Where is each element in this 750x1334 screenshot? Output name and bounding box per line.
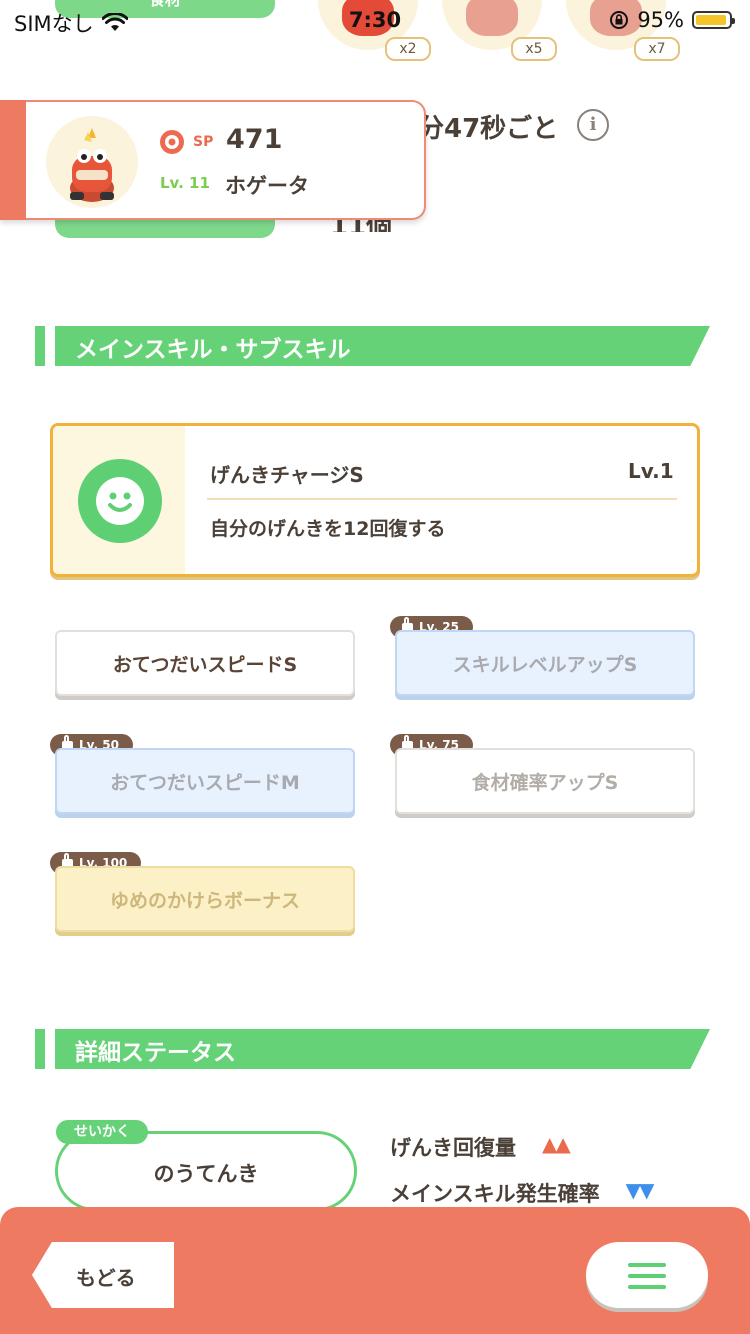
sp-icon xyxy=(160,130,184,154)
skills-section-header: メインスキル・サブスキル xyxy=(35,326,710,366)
pokemon-avatar xyxy=(46,116,138,208)
effect-down-arrows: ▼▼ xyxy=(625,1178,655,1202)
hamburger-menu-icon xyxy=(628,1263,666,1289)
main-skill-level: Lv.1 xyxy=(628,459,674,483)
sub-skill-4-label: 食材確率アップS xyxy=(471,771,619,794)
sub-skill-4-button[interactable]: 食材確率アップS xyxy=(395,748,695,814)
nature-tag: せいかく xyxy=(56,1120,148,1144)
pokemon-profile-card: SP 471 Lv. 11 ホゲータ xyxy=(0,100,426,220)
menu-button[interactable] xyxy=(586,1242,708,1308)
sp-label: SP xyxy=(193,134,214,150)
back-button[interactable]: もどる xyxy=(32,1242,174,1308)
sub-skill-1-button[interactable]: おてつだいスピードS xyxy=(55,630,355,696)
effect-up-label: げんき回復量 xyxy=(390,1136,516,1160)
sub-skill-1-label: おてつだいスピードS xyxy=(112,653,298,676)
bottom-bar: もどる xyxy=(0,1207,750,1334)
sub-skill-5-button[interactable]: ゆめのかけらボーナス xyxy=(55,866,355,932)
sub-skill-3-button[interactable]: おてつだいスピードM xyxy=(55,748,355,814)
effect-down-row: メインスキル発生確率 ▼▼ xyxy=(390,1178,655,1208)
effect-down-label: メインスキル発生確率 xyxy=(390,1182,600,1206)
battery-icon xyxy=(692,11,735,29)
pokemon-level: Lv. 11 xyxy=(160,174,210,192)
main-skill-card[interactable]: げんきチャージS Lv.1 自分のげんきを12回復する xyxy=(50,423,700,577)
orientation-lock-icon xyxy=(610,11,629,29)
sub-skill-2-label: スキルレベルアップS xyxy=(452,653,638,676)
battery-percent: 95% xyxy=(637,8,684,32)
sp-value: 471 xyxy=(226,124,283,155)
sub-skill-2-button[interactable]: スキルレベルアップS xyxy=(395,630,695,696)
sub-skill-3-label: おてつだいスピードM xyxy=(110,771,300,794)
energy-smile-icon xyxy=(78,459,162,543)
fuecoco-icon xyxy=(70,128,114,202)
divider xyxy=(207,498,677,500)
pokemon-name: ホゲータ xyxy=(225,174,309,198)
status-bar: SIMなし 7:30 95% xyxy=(0,0,750,44)
main-skill-name: げんきチャージS xyxy=(210,463,364,487)
skills-section-title: メインスキル・サブスキル xyxy=(75,337,351,363)
help-frequency-text: 分47秒ごと xyxy=(418,114,559,144)
effect-up-row: げんき回復量 ▲▲ xyxy=(390,1132,571,1162)
nature-value: のうてんき xyxy=(153,1162,259,1186)
back-button-label: もどる xyxy=(76,1266,136,1290)
sub-skill-5-label: ゆめのかけらボーナス xyxy=(109,889,300,912)
effect-up-arrows: ▲▲ xyxy=(542,1132,571,1156)
info-icon[interactable]: i xyxy=(577,109,609,141)
main-skill-description: 自分のげんきを12回復する xyxy=(210,518,446,540)
details-section-header: 詳細ステータス xyxy=(35,1029,710,1069)
details-section-title: 詳細ステータス xyxy=(75,1040,236,1066)
